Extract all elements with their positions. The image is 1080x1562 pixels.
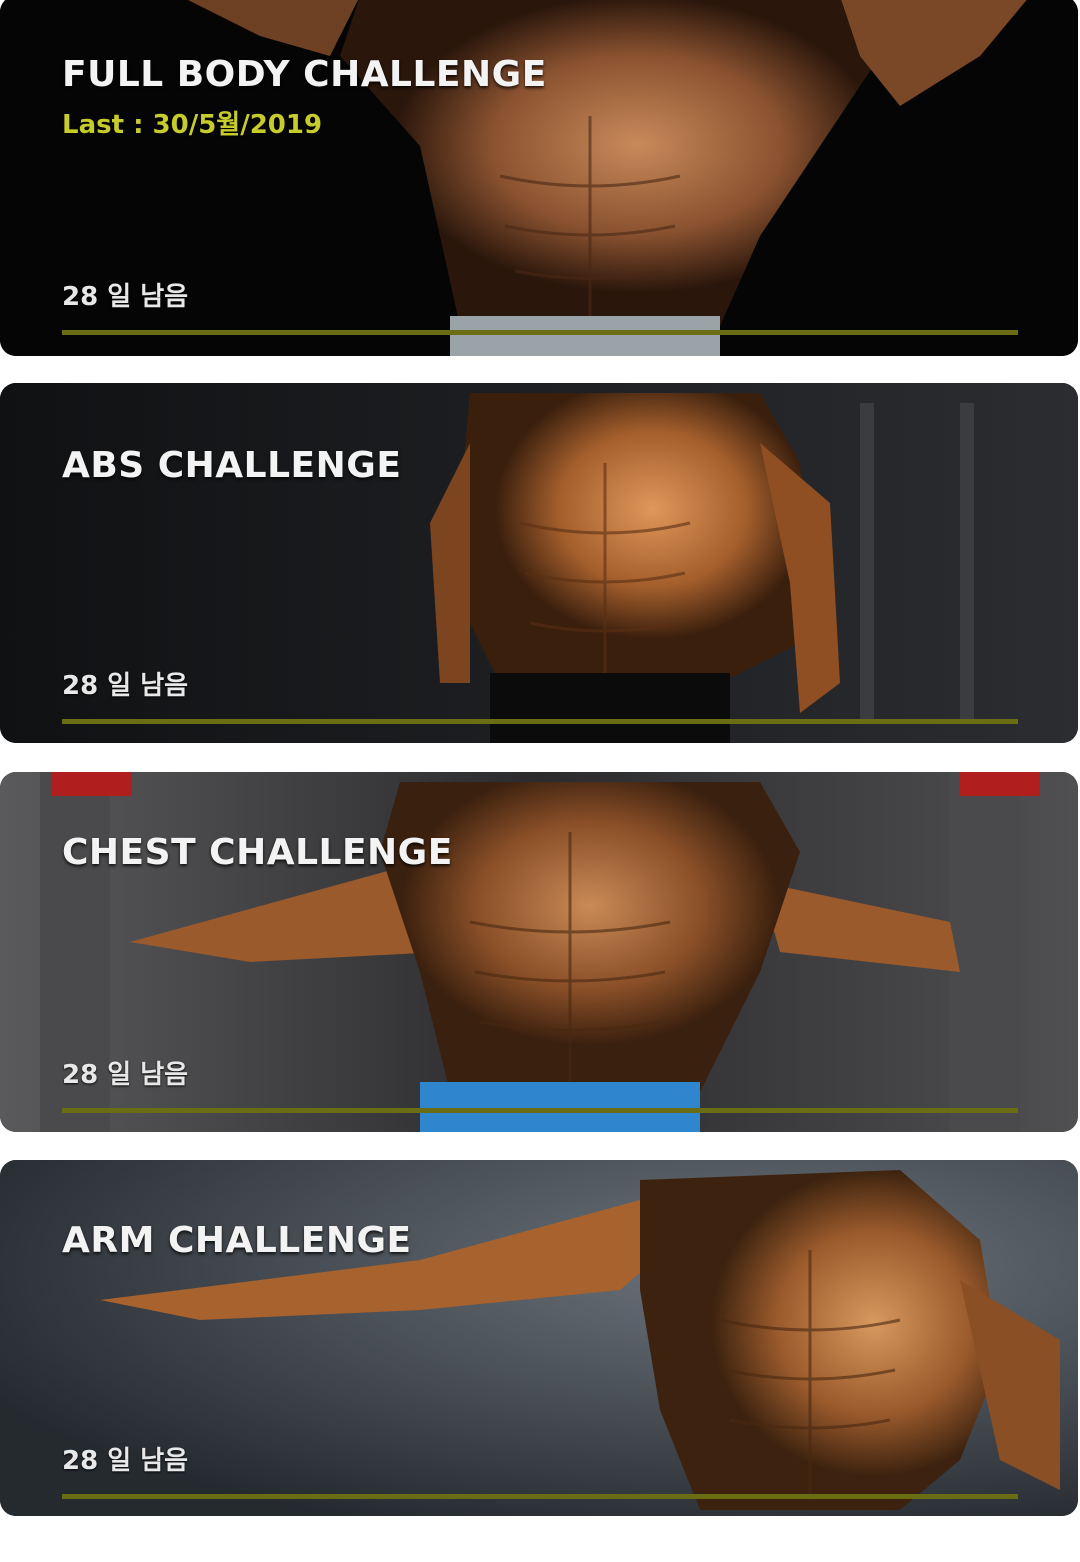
days-remaining: 28 일 남음 bbox=[62, 1446, 189, 1476]
challenge-title: CHEST CHALLENGE bbox=[62, 832, 453, 873]
progress-bar bbox=[62, 1494, 1018, 1499]
progress-bar bbox=[62, 330, 1018, 335]
challenge-card-abs[interactable]: ABS CHALLENGE 28 일 남음 bbox=[0, 383, 1078, 743]
days-remaining: 28 일 남음 bbox=[62, 1060, 189, 1090]
challenge-card-arm[interactable]: ARM CHALLENGE 28 일 남음 bbox=[0, 1160, 1078, 1516]
progress-bar bbox=[62, 719, 1018, 724]
challenge-title: FULL BODY CHALLENGE bbox=[62, 54, 547, 95]
challenge-list: FULL BODY CHALLENGE Last : 30/5월/2019 28… bbox=[0, 0, 1080, 1562]
challenge-card-full-body[interactable]: FULL BODY CHALLENGE Last : 30/5월/2019 28… bbox=[0, 0, 1078, 356]
challenge-title: ARM CHALLENGE bbox=[62, 1220, 412, 1261]
days-remaining: 28 일 남음 bbox=[62, 282, 189, 312]
days-remaining: 28 일 남음 bbox=[62, 671, 189, 701]
challenge-card-chest[interactable]: CHEST CHALLENGE 28 일 남음 bbox=[0, 772, 1078, 1132]
last-workout-date: Last : 30/5월/2019 bbox=[62, 110, 323, 140]
progress-bar bbox=[62, 1108, 1018, 1113]
challenge-title: ABS CHALLENGE bbox=[62, 445, 402, 486]
